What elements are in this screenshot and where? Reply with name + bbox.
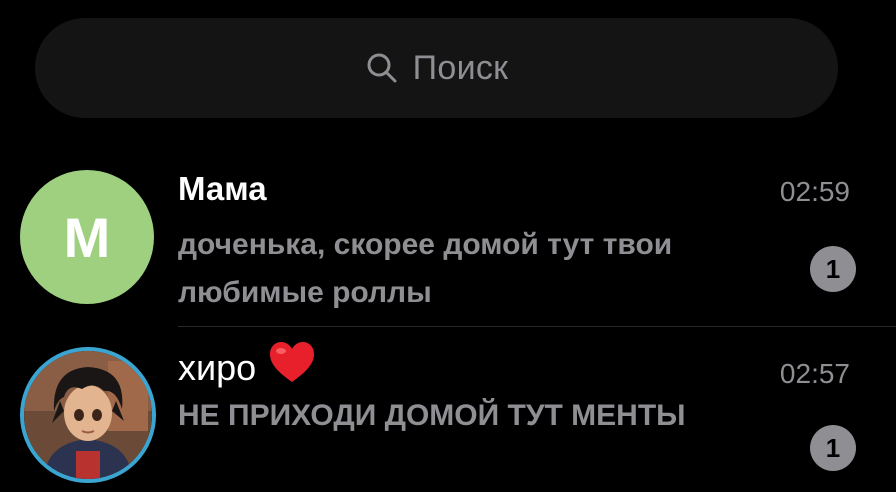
- avatar: [20, 347, 156, 483]
- chat-divider: [178, 326, 896, 327]
- chat-name-text: хиро: [178, 347, 257, 388]
- search-inner: Поиск: [365, 49, 509, 88]
- unread-badge: 1: [810, 425, 856, 471]
- chat-row-hiro[interactable]: хиро 02:57 НЕ ПРИХОДИ ДОМОЙ ТУТ МЕНТЫ 1: [0, 330, 896, 492]
- chat-name: Мама: [178, 170, 267, 207]
- unread-badge: 1: [810, 246, 856, 292]
- search-bar[interactable]: Поиск: [35, 18, 838, 118]
- chat-name: хиро: [178, 340, 316, 389]
- heart-icon: [270, 342, 315, 382]
- chat-row-mama[interactable]: M Мама 02:59 доченька, скорее домой тут …: [0, 158, 896, 326]
- avatar-photo: [24, 351, 152, 479]
- chat-time: 02:57: [779, 358, 850, 389]
- chat-preview: доченька, скорее домой тут твои любимые …: [178, 228, 673, 309]
- chat-preview: НЕ ПРИХОДИ ДОМОЙ ТУТ МЕНТЫ: [178, 399, 686, 432]
- avatar: M: [20, 170, 154, 304]
- avatar-initial: M: [63, 205, 111, 269]
- search-icon: [367, 53, 397, 83]
- chat-time: 02:59: [779, 176, 850, 207]
- search-placeholder: Поиск: [412, 48, 509, 87]
